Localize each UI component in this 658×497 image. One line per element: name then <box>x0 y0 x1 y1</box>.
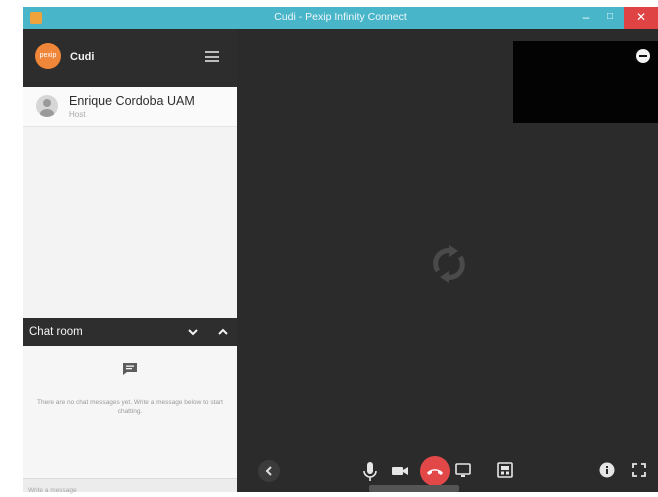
mic-tooltip <box>369 485 459 492</box>
chat-header: Chat room <box>23 318 237 346</box>
pexip-logo: pexip <box>35 43 61 69</box>
sidebar: pexip Cudi Enrique Cordoba UAM Host Chat… <box>23 29 237 497</box>
info-icon[interactable] <box>599 462 615 478</box>
back-button[interactable] <box>258 460 280 482</box>
camera-icon[interactable] <box>391 463 409 479</box>
window-title: Cudi - Pexip Infinity Connect <box>274 11 407 23</box>
microphone-icon[interactable] <box>361 461 379 483</box>
layout-icon[interactable] <box>497 462 513 478</box>
chevron-up-icon[interactable] <box>216 325 230 339</box>
hamburger-menu-icon[interactable] <box>205 51 219 62</box>
maximize-button[interactable]: □ <box>600 7 620 29</box>
participant-item[interactable]: Enrique Cordoba UAM Host <box>23 87 237 127</box>
hang-up-button[interactable] <box>420 456 450 486</box>
chat-message-input[interactable] <box>23 484 233 497</box>
sidebar-header: pexip Cudi <box>23 29 237 87</box>
title-bar[interactable]: Cudi - Pexip Infinity Connect – □ ✕ <box>23 7 658 29</box>
screen-share-icon[interactable] <box>455 463 471 478</box>
avatar <box>36 95 58 117</box>
chat-empty-message: There are no chat messages yet. Write a … <box>37 399 223 415</box>
chat-input-bar <box>23 478 237 497</box>
chevron-left-icon <box>265 466 272 476</box>
minimize-button[interactable]: – <box>576 7 596 29</box>
fullscreen-icon[interactable] <box>632 463 646 477</box>
app-window: Cudi - Pexip Infinity Connect – □ ✕ pexi… <box>23 7 658 497</box>
conference-name: Cudi <box>70 51 95 63</box>
close-button[interactable]: ✕ <box>624 7 658 29</box>
self-view <box>513 41 658 123</box>
participant-role: Host <box>69 110 86 119</box>
participant-name: Enrique Cordoba UAM <box>69 94 195 108</box>
chevron-down-icon[interactable] <box>186 325 200 339</box>
chat-bubble-icon <box>123 363 137 375</box>
chat-title: Chat room <box>29 326 83 338</box>
chat-panel: There are no chat messages yet. Write a … <box>23 346 237 478</box>
minus-circle-icon[interactable] <box>636 49 650 63</box>
phone-hangup-icon <box>427 469 443 475</box>
refresh-icon <box>433 245 465 283</box>
